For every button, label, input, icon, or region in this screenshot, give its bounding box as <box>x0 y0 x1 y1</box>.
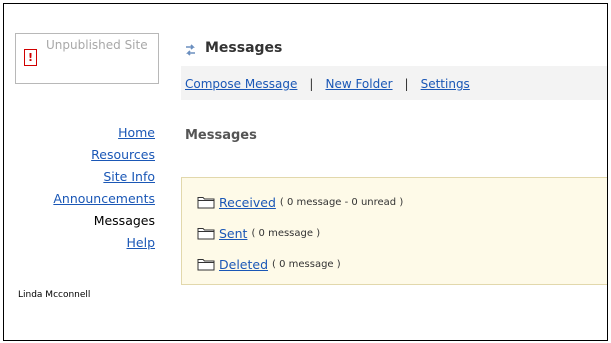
folder-list: Received ( 0 message - 0 unread ) Sent (… <box>181 177 607 285</box>
folder-icon <box>197 228 215 240</box>
settings-link[interactable]: Settings <box>421 77 470 91</box>
warning-icon: ! <box>24 49 37 66</box>
refresh-icon[interactable] <box>184 42 197 58</box>
sidebar-nav: Home Resources Site Info Announcements M… <box>53 122 155 254</box>
section-title: Messages <box>185 128 257 143</box>
sidebar-item-help[interactable]: Help <box>53 232 156 254</box>
sidebar-item-resources[interactable]: Resources <box>53 144 155 166</box>
folder-icon <box>197 197 215 209</box>
folder-count: ( 0 message - 0 unread ) <box>279 196 404 208</box>
toolbar-separator: | <box>404 77 409 91</box>
folder-link-sent[interactable]: Sent <box>219 226 247 241</box>
toolbar-separator: | <box>309 77 314 91</box>
new-folder-link[interactable]: New Folder <box>325 77 392 91</box>
sidebar-item-messages: Messages <box>93 213 155 228</box>
sidebar-item-site-info[interactable]: Site Info <box>53 166 155 188</box>
folder-link-deleted[interactable]: Deleted <box>219 257 268 272</box>
folder-count: ( 0 message ) <box>251 227 321 239</box>
sidebar-item-home[interactable]: Home <box>53 122 155 144</box>
folder-link-received[interactable]: Received <box>219 195 276 210</box>
folder-row-received: Received ( 0 message - 0 unread ) <box>197 192 403 212</box>
folder-count: ( 0 message ) <box>272 258 341 270</box>
site-status-box: ! Unpublished Site <box>15 33 159 84</box>
folder-row-sent: Sent ( 0 message ) <box>197 223 320 243</box>
toolbar: Compose Message | New Folder | Settings <box>181 66 607 100</box>
tool-header: Messages <box>181 38 607 68</box>
sidebar-item-announcements[interactable]: Announcements <box>53 188 155 210</box>
folder-row-deleted: Deleted ( 0 message ) <box>197 254 341 274</box>
portal-frame: ! Unpublished Site Home Resources Site I… <box>3 3 608 341</box>
folder-icon <box>197 259 215 271</box>
compose-message-link[interactable]: Compose Message <box>185 77 297 91</box>
site-status-label: Unpublished Site <box>46 38 148 52</box>
user-name: Linda Mcconnell <box>18 290 91 300</box>
tool-title: Messages <box>205 40 283 56</box>
